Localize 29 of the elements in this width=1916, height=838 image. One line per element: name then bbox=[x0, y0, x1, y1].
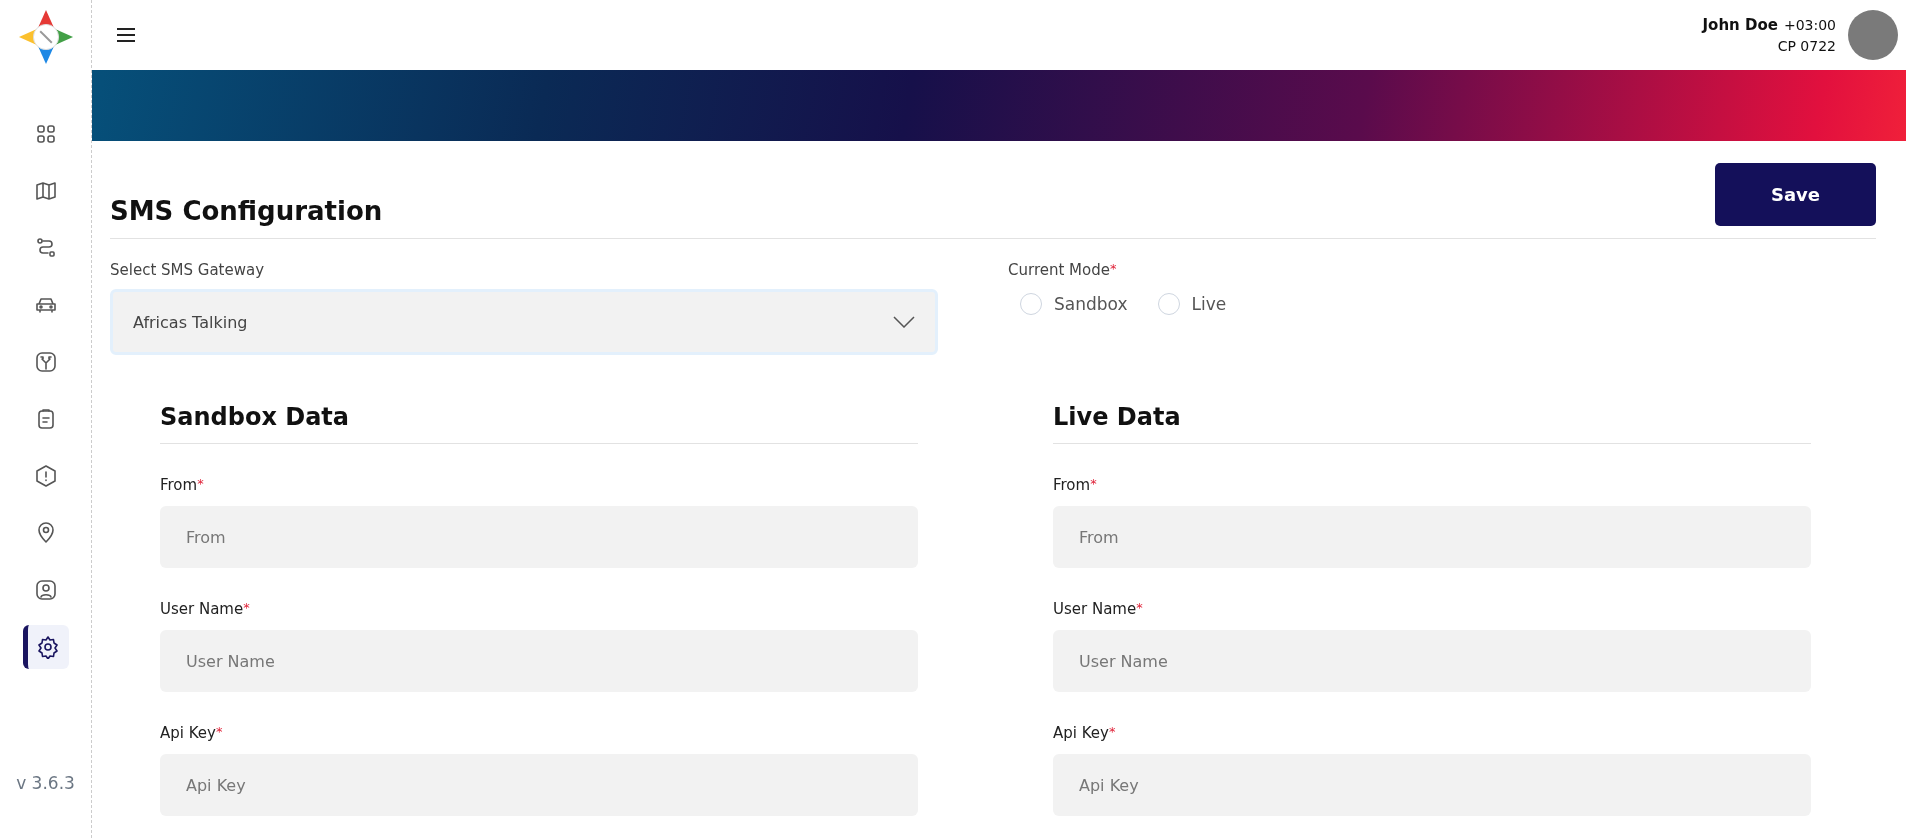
avatar[interactable] bbox=[1848, 10, 1898, 60]
field-label: Select SMS Gateway bbox=[110, 261, 266, 279]
page-title: SMS Configuration bbox=[110, 196, 383, 226]
field-label: From* bbox=[160, 476, 205, 494]
field-label: From* bbox=[1053, 476, 1098, 494]
input-field[interactable]: User Name bbox=[160, 630, 918, 692]
user-code: CP 0722 bbox=[1777, 38, 1836, 54]
save-button[interactable]: Save bbox=[1715, 163, 1876, 226]
gateway-select[interactable]: Africas Talking bbox=[110, 289, 938, 355]
input-field[interactable]: Api Key bbox=[160, 754, 918, 816]
settings-icon[interactable] bbox=[22, 625, 69, 669]
version-label: v 3.6.3 bbox=[16, 773, 75, 793]
input-field[interactable]: Api Key bbox=[1053, 754, 1811, 816]
section-heading: Sandbox Data bbox=[160, 403, 918, 444]
input-field[interactable]: From bbox=[1053, 506, 1811, 568]
menu-icon[interactable] bbox=[116, 27, 136, 43]
input-field[interactable]: From bbox=[160, 506, 918, 568]
radio-option[interactable]: Sandbox bbox=[1020, 293, 1128, 315]
user-name: John Doe bbox=[1702, 16, 1778, 34]
field-label: User Name* bbox=[1053, 600, 1144, 618]
field-label: User Name* bbox=[160, 600, 251, 618]
field-label: Api Key* bbox=[160, 724, 224, 742]
field-label: Current Mode* bbox=[1008, 261, 1118, 279]
field-label: Api Key* bbox=[1053, 724, 1117, 742]
timezone-label: +03:00 bbox=[1783, 17, 1836, 33]
chevron-down-icon bbox=[893, 316, 915, 328]
input-field[interactable]: User Name bbox=[1053, 630, 1811, 692]
radio-option[interactable]: Live bbox=[1157, 293, 1227, 315]
section-heading: Live Data bbox=[1053, 403, 1811, 444]
